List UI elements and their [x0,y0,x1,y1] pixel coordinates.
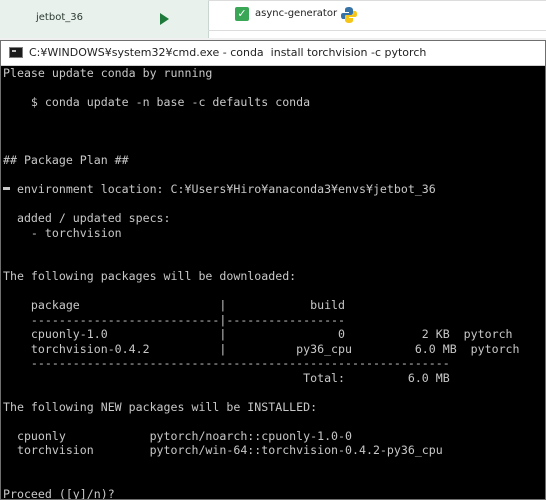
text-cursor [3,187,10,190]
terminal-line: added / updated specs: [3,211,171,225]
python-icon [341,7,357,23]
divider [208,30,546,31]
terminal-line: torchvision-0.4.2 | py36_cpu 6.0 MB pyto… [3,341,520,356]
environment-item[interactable]: jetbot_36 [0,0,209,38]
terminal-line: - torchvision [3,225,122,240]
terminal-line: The following NEW packages will be INSTA… [3,399,318,414]
terminal-line: $ conda update -n base -c defaults conda [3,95,311,109]
terminal-line: Total: 6.0 MB [3,370,450,385]
terminal-line: The following packages will be downloade… [3,269,297,283]
play-icon[interactable] [160,13,169,25]
package-name: async-generator [255,8,338,19]
terminal-line: Proceed ([y]/n)? [3,486,115,500]
command-prompt-window[interactable]: C:¥WINDOWS¥system32¥cmd.exe - conda inst… [0,40,546,500]
background-app-strip: jetbot_36 ✓ async-generator [0,0,546,38]
divider [208,0,546,1]
terminal-line: cpuonly-1.0 | 0 2 KB pytorch [3,327,513,341]
terminal-line: environment location: C:¥Users¥Hiro¥anac… [3,182,436,196]
terminal-line: cpuonly pytorch/noarch::cpuonly-1.0-0 [3,428,353,443]
cmd-icon [9,47,23,58]
terminal-line: ----------------------------------------… [3,356,450,370]
window-title: C:¥WINDOWS¥system32¥cmd.exe - conda inst… [29,46,427,59]
terminal-line: Please update conda by running [3,66,213,80]
terminal-line: torchvision pytorch/win-64::torchvision-… [3,443,443,457]
terminal-line: ## Package Plan ## [3,153,129,167]
window-titlebar[interactable]: C:¥WINDOWS¥system32¥cmd.exe - conda inst… [1,41,545,66]
terminal-line: ---------------------------|------------… [3,312,346,327]
terminal-output[interactable]: Please update conda by running $ conda u… [3,66,543,499]
terminal-line: package | build [3,298,346,312]
environment-name: jetbot_36 [36,12,83,23]
checkbox-checked-icon[interactable]: ✓ [235,7,249,21]
